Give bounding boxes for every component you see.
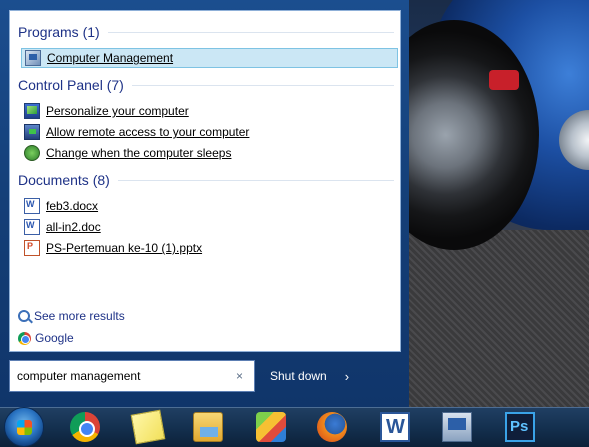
power-options-icon <box>24 145 40 161</box>
wallpaper-road <box>409 230 589 407</box>
result-personalize[interactable]: Personalize your computer <box>24 101 396 121</box>
taskbar-firefox-icon[interactable] <box>317 412 347 442</box>
result-label: Computer Management <box>47 51 174 65</box>
chrome-icon <box>18 331 31 345</box>
shutdown-label: Shut down <box>270 369 327 383</box>
group-title-programs[interactable]: Programs (1) <box>18 24 394 40</box>
shutdown-button[interactable]: Shut down › <box>270 367 349 385</box>
taskbar-bluestacks-icon[interactable] <box>256 412 286 442</box>
taskbar-computer-management-icon[interactable] <box>442 412 472 442</box>
search-icon <box>18 310 30 322</box>
personalization-icon <box>24 103 40 119</box>
result-all-in2-doc[interactable]: all-in2.doc <box>24 217 396 237</box>
divider <box>107 31 394 33</box>
result-label: all-in2.doc <box>46 220 101 234</box>
google-search-link[interactable]: Google <box>18 329 74 347</box>
result-label: Allow remote access to your computer <box>46 125 250 139</box>
shutdown-options-arrow-icon[interactable]: › <box>345 369 349 384</box>
result-label: feb3.docx <box>46 199 99 213</box>
start-search-box[interactable]: × <box>9 360 255 392</box>
powerpoint-document-icon <box>24 240 40 256</box>
start-button[interactable] <box>4 407 44 447</box>
result-label: Personalize your computer <box>46 104 189 118</box>
clear-search-icon[interactable]: × <box>236 369 243 383</box>
divider <box>117 179 394 181</box>
result-feb3-docx[interactable]: feb3.docx <box>24 196 396 216</box>
see-more-results-link[interactable]: See more results <box>18 307 125 325</box>
computer-management-icon <box>25 50 41 66</box>
group-title-control-panel[interactable]: Control Panel (7) <box>18 77 394 93</box>
word-document-icon <box>24 198 40 214</box>
group-title-documents[interactable]: Documents (8) <box>18 172 394 188</box>
result-label: Change when the computer sleeps <box>46 146 232 160</box>
taskbar-chrome-icon[interactable] <box>70 412 100 442</box>
taskbar-sticky-notes-icon[interactable] <box>130 409 166 445</box>
taskbar-word-icon[interactable] <box>380 412 410 442</box>
taskbar-explorer-icon[interactable] <box>193 412 223 442</box>
word-document-icon <box>24 219 40 235</box>
result-sleep[interactable]: Change when the computer sleeps <box>24 143 396 163</box>
divider <box>131 84 394 86</box>
remote-access-icon <box>24 124 40 140</box>
result-computer-management[interactable]: Computer Management <box>21 48 398 68</box>
wallpaper-car-light <box>489 70 519 90</box>
search-input[interactable] <box>17 369 232 383</box>
desktop-wallpaper <box>409 0 589 407</box>
taskbar-photoshop-icon[interactable] <box>505 412 535 442</box>
start-menu: Programs (1) Computer Management Control… <box>0 0 409 407</box>
result-remote-access[interactable]: Allow remote access to your computer <box>24 122 396 142</box>
result-ps-pertemuan-pptx[interactable]: PS-Pertemuan ke-10 (1).pptx <box>24 238 396 258</box>
result-label: PS-Pertemuan ke-10 (1).pptx <box>46 241 203 255</box>
search-results-pane: Programs (1) Computer Management Control… <box>9 10 401 352</box>
